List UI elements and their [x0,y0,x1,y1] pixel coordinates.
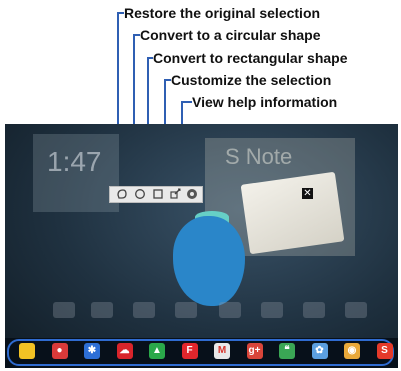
callout-circular-shape: Convert to a circular shape [140,27,321,43]
restore-icon[interactable] [116,188,128,200]
notebook-image [240,171,345,255]
samsung-app-icon[interactable]: S [376,343,393,359]
google-plus-icon[interactable]: g+ [246,343,263,359]
flipboard-icon[interactable]: F [181,343,198,359]
tablet-screen: 1:47 S Note ✕ ● ✱ ☁ ▲ F Mg+ ❝ ✿ ◉ S [5,124,398,368]
callout-customize-selection: Customize the selection [171,72,332,88]
rectangle-shape-icon[interactable] [152,188,164,200]
hangouts-icon[interactable]: ❝ [279,343,295,359]
circle-shape-icon[interactable] [134,188,146,200]
faded-icon [303,302,325,318]
faded-icon [91,302,113,318]
selection-area[interactable] [173,216,245,306]
drive-icon[interactable]: ▲ [149,343,165,359]
my-files-icon[interactable] [19,343,35,359]
faded-icon [345,302,367,318]
selection-toolbar [109,186,203,203]
clock-widget[interactable]: 1:47 [33,134,119,212]
help-icon[interactable] [186,188,198,200]
clock-time: 1:47 [47,146,102,177]
callout-view-help: View help information [192,94,338,110]
photos-icon[interactable]: ✿ [311,343,328,359]
snote-title: S Note [225,144,293,169]
gmail-icon[interactable]: M [214,343,230,359]
record-icon[interactable]: ● [51,343,68,359]
bluetooth-icon[interactable]: ✱ [84,343,100,359]
app-dock: ● ✱ ☁ ▲ F Mg+ ❝ ✿ ◉ S [5,338,398,368]
faded-icon [133,302,155,318]
close-icon[interactable]: ✕ [302,188,313,199]
chrome-icon[interactable]: ◉ [344,343,360,359]
callout-restore-selection: Restore the original selection [124,5,321,21]
callout-rectangular-shape: Convert to rectangular shape [153,50,348,66]
faded-icon [219,302,241,318]
faded-icon [261,302,283,318]
customize-selection-icon[interactable] [169,188,181,200]
faded-icon [175,302,197,318]
cloud-icon[interactable]: ☁ [116,343,133,359]
faded-icon [53,302,75,318]
